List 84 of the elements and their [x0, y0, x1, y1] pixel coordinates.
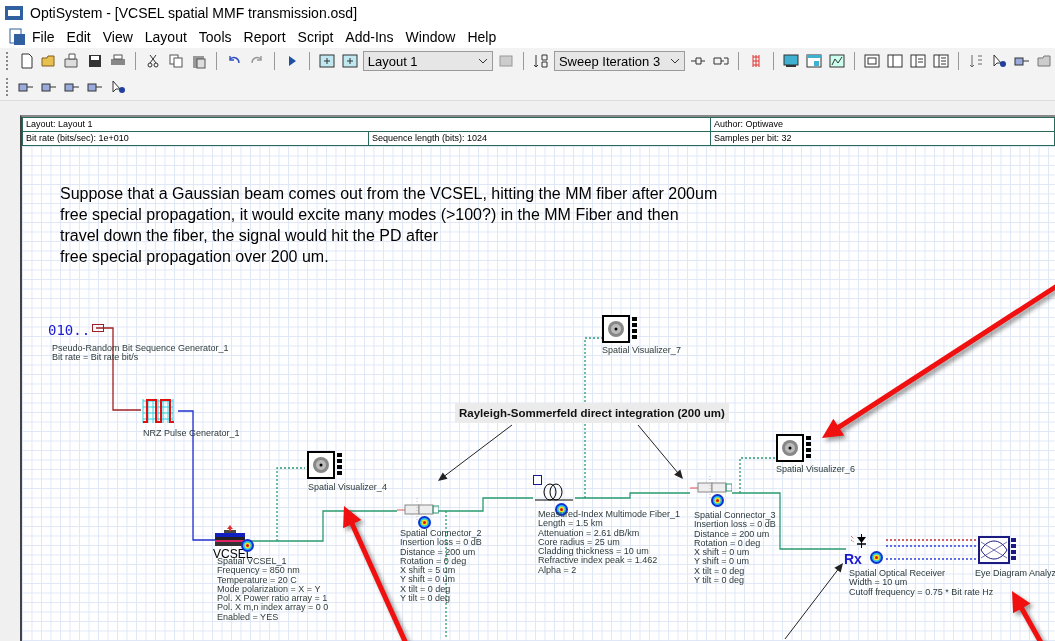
- parameter-text: Rotation = 0 deg: [400, 556, 467, 566]
- list-view-icon[interactable]: [908, 51, 929, 71]
- chevron-icon: [670, 58, 681, 64]
- parameter-text: Frequency = 850 nm: [217, 566, 300, 576]
- connector-icon: [397, 498, 439, 522]
- component-name: Spatial VCSEL_1: [217, 557, 287, 567]
- parameter-text: Distance = 200 um: [400, 547, 476, 557]
- parameter-text: Temperature = 20 C: [217, 575, 297, 585]
- menu-item[interactable]: Add-Ins: [339, 29, 400, 45]
- receiver-label: Rx: [844, 552, 862, 566]
- component-name: Spatial Connector_2: [400, 529, 482, 539]
- parameter-text: Rotation = 0 deg: [694, 538, 761, 548]
- window-title: OptiSystem - [VCSEL spatial MMF transmission.osd]: [30, 5, 358, 21]
- parameter-text: Core radius = 25 um: [538, 537, 620, 547]
- panel-icon[interactable]: [862, 51, 883, 71]
- menu-item[interactable]: Script: [291, 29, 340, 45]
- eye-diagram-icon: [978, 536, 1016, 564]
- menu-item[interactable]: Edit: [60, 29, 97, 45]
- add-layout-icon[interactable]: [316, 51, 337, 71]
- menu-item[interactable]: Layout: [138, 29, 193, 45]
- split-view-icon[interactable]: [885, 51, 906, 71]
- square-wave-icon: [141, 397, 175, 424]
- table-cell: Layout: Layout 1: [23, 118, 711, 132]
- parameter-text: Cladding thickness = 10 um: [538, 547, 649, 557]
- parameter-text: X shift = 5 um: [400, 566, 456, 576]
- component-name: Measured-Index Multimode Fiber_1: [538, 510, 681, 519]
- menu-item[interactable]: Report: [237, 29, 292, 45]
- beam-spot-icon: [870, 551, 883, 564]
- table-cell: Author: Optiwave: [711, 118, 1055, 132]
- laser-icon: [215, 525, 245, 547]
- component-name: Spatial Connector_3: [694, 511, 776, 521]
- parameter-text: Pol. X m,n index array = 0 0: [217, 603, 329, 613]
- table-cell: Bit rate (bits/sec): 1e+010: [23, 132, 369, 145]
- component-name: Spatial Optical Receiver: [849, 569, 946, 579]
- bit-pattern-label: 010..: [48, 323, 91, 337]
- beam-spot-icon: [418, 516, 431, 529]
- parameter-text: Insertion loss = 0 dB: [400, 538, 482, 548]
- annotation-text: Suppose that a Gaussian beam comes out from the VCSEL, hitting the MM fiber after 200um free special propagation, it would excite many modes (>100?) in the MM Fiber and then travel down the fiber, the signal would hit the PD after free special propagation over 200 um.: [60, 184, 718, 267]
- app-icon: [4, 5, 24, 21]
- parameter-text: Distance = 200 um: [694, 529, 770, 539]
- parameter-text: Y tilt = 0 deg: [400, 594, 451, 604]
- parameter-text: Y tilt = 0 deg: [694, 576, 745, 586]
- layout-icon[interactable]: [339, 51, 360, 71]
- port-icon: [92, 324, 104, 332]
- connector-icon: [690, 476, 732, 500]
- component-name: Spatial Visualizer_6: [776, 465, 855, 475]
- parameter-text: Y shift = 0 um: [400, 575, 456, 585]
- menu-item[interactable]: File: [26, 29, 61, 45]
- component-name: Eye Diagram Analyz: [975, 569, 1055, 579]
- table-view-icon[interactable]: [931, 51, 952, 71]
- parameter-text: X tilt = 0 deg: [694, 566, 745, 577]
- visualizer-icon: [307, 451, 343, 479]
- parameter-text: Length = 1.5 km: [538, 519, 603, 529]
- component-name: Spatial Visualizer_4: [308, 483, 387, 493]
- parameter-text: Alpha = 2: [538, 565, 577, 576]
- parameter-text: Y shift = 0 um: [694, 557, 750, 567]
- parameter-text: Refractive index peak = 1.462: [538, 556, 658, 566]
- parameter-text: Attenuation = 2.61 dB/km: [538, 528, 640, 538]
- visualizer-icon: [776, 434, 812, 462]
- chevron-icon: [478, 58, 488, 64]
- menu-item[interactable]: View: [96, 29, 139, 45]
- table-cell: Samples per bit: 32: [711, 132, 1055, 145]
- parameter-text: Cutoff frequency = 0.75 * Bit rate Hz: [849, 587, 994, 597]
- report-icon[interactable]: [827, 51, 848, 71]
- layout-dropdown[interactable]: Layout 1: [362, 51, 493, 71]
- table-cell: Sequence length (bits): 1024: [369, 132, 711, 145]
- photodiode-icon: [850, 534, 868, 548]
- menu-item[interactable]: Window: [399, 29, 462, 45]
- visualizer-icon: [602, 315, 638, 343]
- menu-item[interactable]: Tools: [192, 29, 238, 45]
- parameter-text: Width = 10 um: [849, 578, 908, 588]
- parameter-text: Pol. X Power ratio array = 1: [217, 594, 328, 604]
- parameter-text: Mode polarization = X = Y: [217, 584, 321, 595]
- sweep-dropdown[interactable]: Sweep Iteration 3: [553, 51, 686, 71]
- menu-item[interactable]: Help: [461, 29, 503, 45]
- parameter-text: X shift = 0 um: [694, 548, 750, 558]
- fiber-coil-icon: [533, 475, 575, 503]
- callout-label: Rayleigh-Sommerfeld direct integration (200 um): [455, 403, 729, 423]
- beam-spot-icon: [711, 494, 724, 507]
- parameter-text: Enabled = YES: [217, 612, 279, 623]
- parameter-text: Insertion loss = 0 dB: [694, 520, 776, 530]
- component-name: Spatial Visualizer_7: [602, 346, 681, 356]
- pointer-arrow: [637, 424, 683, 479]
- parameter-text: X tilt = 0 deg: [400, 584, 451, 595]
